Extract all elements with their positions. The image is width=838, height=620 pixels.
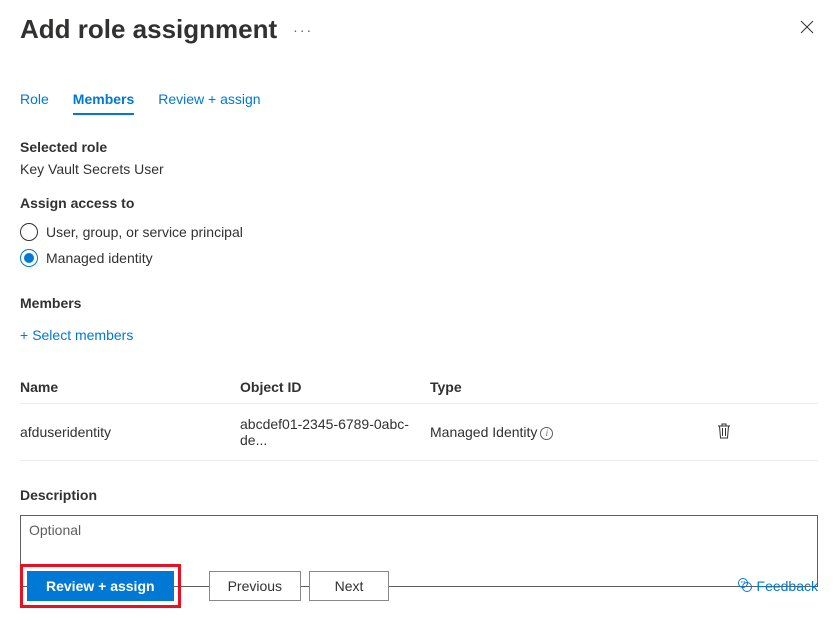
table-row: afduseridentity abcdef01-2345-6789-0abc-…	[20, 404, 818, 461]
review-assign-button[interactable]: Review + assign	[27, 571, 174, 601]
cell-type: Managed Identityi	[430, 404, 630, 461]
description-label: Description	[20, 487, 818, 503]
feedback-text: Feedback	[757, 578, 818, 594]
radio-managed-identity-label: Managed identity	[46, 250, 153, 266]
info-icon[interactable]: i	[540, 427, 553, 440]
highlight-box: Review + assign	[20, 564, 181, 608]
tab-review-assign[interactable]: Review + assign	[158, 85, 260, 115]
previous-button[interactable]: Previous	[209, 571, 301, 601]
members-label: Members	[20, 295, 818, 311]
radio-user-group-label: User, group, or service principal	[46, 224, 243, 240]
tab-role[interactable]: Role	[20, 85, 49, 115]
feedback-icon	[737, 577, 753, 596]
radio-circle-icon	[20, 223, 38, 241]
radio-managed-identity[interactable]: Managed identity	[20, 245, 818, 271]
trash-icon[interactable]	[717, 426, 731, 442]
select-members-text: Select members	[32, 327, 133, 343]
feedback-link[interactable]: Feedback	[737, 577, 818, 596]
col-type: Type	[430, 371, 630, 404]
tabs: Role Members Review + assign	[0, 85, 838, 115]
close-icon[interactable]	[796, 16, 818, 43]
page-title: Add role assignment	[20, 14, 277, 45]
next-button[interactable]: Next	[309, 571, 389, 601]
radio-circle-icon	[20, 249, 38, 267]
col-name: Name	[20, 371, 240, 404]
cell-name: afduseridentity	[20, 404, 240, 461]
cell-objectid: abcdef01-2345-6789-0abc-de...	[240, 404, 430, 461]
col-objectid: Object ID	[240, 371, 430, 404]
select-members-link[interactable]: + Select members	[20, 327, 133, 343]
assign-access-group: User, group, or service principal Manage…	[20, 219, 818, 271]
selected-role-value: Key Vault Secrets User	[20, 161, 818, 177]
members-table: Name Object ID Type afduseridentity abcd…	[20, 371, 818, 461]
plus-icon: +	[20, 327, 28, 343]
tab-members[interactable]: Members	[73, 85, 134, 115]
assign-access-label: Assign access to	[20, 195, 818, 211]
more-icon[interactable]: ···	[293, 22, 313, 38]
selected-role-label: Selected role	[20, 139, 818, 155]
radio-user-group[interactable]: User, group, or service principal	[20, 219, 818, 245]
